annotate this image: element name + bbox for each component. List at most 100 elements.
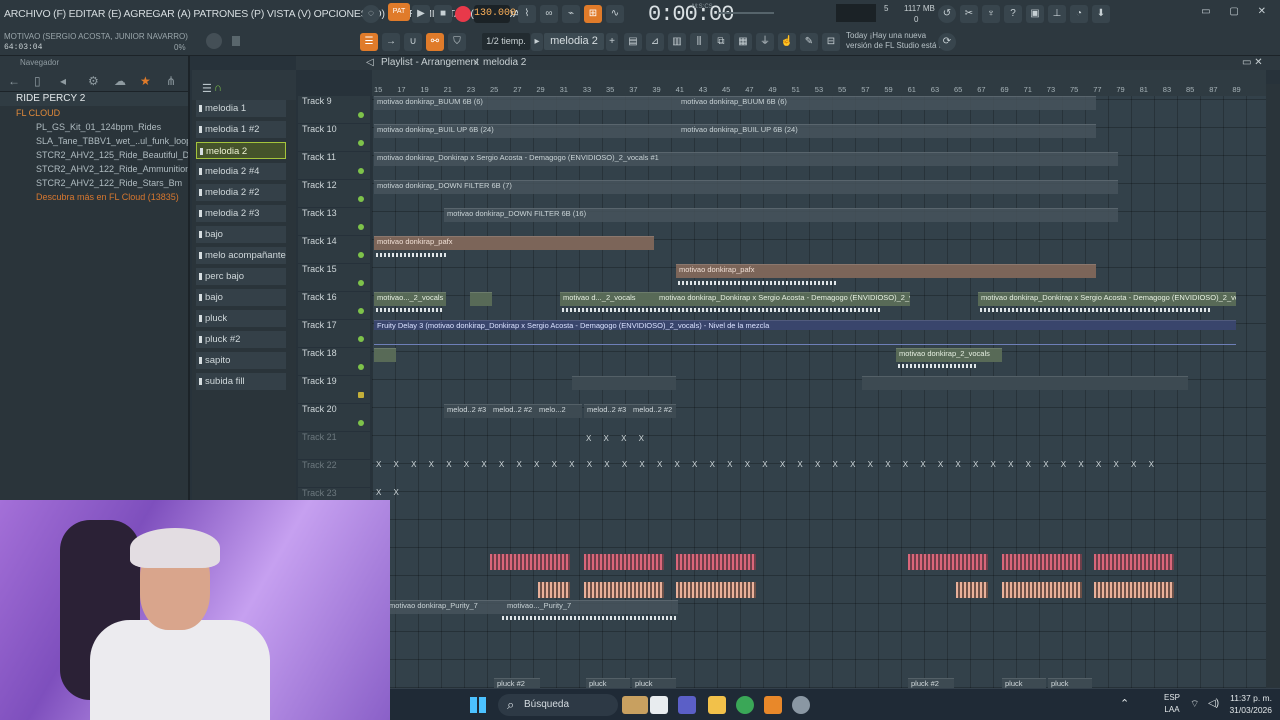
pattern-clip[interactable] [572,376,676,390]
pink-note-block[interactable] [490,554,570,570]
timeline-ruler[interactable]: 15 17 19 21 23 25 27 29 31 33 35 37 39 41 43 45 47 49 51 53… [372,84,1266,96]
vocal-clip[interactable]: motivao d..._2_vocals [560,292,656,306]
audio-clip[interactable]: motivao donkirap_Purity_7 [386,600,504,614]
pink-note-block[interactable] [584,554,664,570]
browser-icon[interactable]: ⧉ [712,33,730,51]
play-button[interactable]: ▶ [412,5,430,23]
wait-input-icon[interactable]: ∿ [606,5,624,23]
speaker-icon[interactable]: ◂ [60,74,66,88]
track-header[interactable]: Track 18 [298,348,370,376]
vocal-clip[interactable]: motivao donkirap_Donkirap x Sergio Acost… [656,292,910,306]
audio-clip[interactable]: motivao donkirap_Donkirap x Sergio Acost… [374,152,1118,166]
plugin-database-icon[interactable]: ▦ [734,33,752,51]
touch-icon[interactable]: ☝ [778,33,796,51]
browser-item[interactable]: STCR2_AHV2_122_Ride_Stars_Bm [0,176,188,190]
pattern-item[interactable]: melodia 2 #3 [196,205,286,222]
vertical-scrollbar[interactable] [1266,84,1280,688]
track-header[interactable]: Track 19 [298,376,370,404]
save-icon[interactable]: ▣ [1026,5,1044,23]
track-active-led[interactable] [358,112,364,118]
chat-icon[interactable]: ◔ [1070,5,1088,23]
plugin-icon[interactable]: ⊥ [1048,5,1066,23]
peach-note-block[interactable] [1002,582,1082,598]
track-active-led[interactable] [358,252,364,258]
mixer-icon[interactable]: ⫼ [690,33,708,51]
track-header[interactable]: Track 21 [298,432,370,460]
arrow-icon[interactable]: → [382,33,400,51]
playlist-view-icon[interactable]: ☰ [360,33,378,51]
peach-note-block[interactable] [1094,582,1174,598]
track-active-led[interactable] [358,308,364,314]
tempo-slider[interactable] [232,36,240,46]
track-header[interactable]: Track 16 [298,292,370,320]
vocal-clip[interactable]: motivao..._2_vocals [374,292,446,306]
typing-keyboard-icon[interactable]: ⌇ [518,5,536,23]
audio-clip[interactable]: motivao donkirap_DOWN FILTER 6B (7) [374,180,1118,194]
vocal-clip[interactable] [374,348,396,362]
piano-roll-icon[interactable]: ⊿ [646,33,664,51]
pattern-item[interactable]: melodia 2 #4 [196,163,286,180]
system-clock[interactable]: 11:37 p. m. 31/03/2026 [1229,692,1272,716]
time-display[interactable]: 0:00:00 [648,2,734,27]
countdown-icon[interactable]: ⌁ [562,5,580,23]
pattern-item[interactable]: subida fill [196,373,286,390]
track-active-led[interactable] [358,420,364,426]
track-header[interactable]: Track 15 [298,264,370,292]
pattern-item[interactable]: melodia 2 #2 [196,184,286,201]
pink-note-block[interactable] [908,554,988,570]
peach-note-block[interactable] [584,582,664,598]
browser-item-discover-more[interactable]: Descubra más en FL Cloud (13835) [0,190,188,204]
playlist-window-controls[interactable]: ▭ ✕ [1242,57,1263,68]
cloud-icon[interactable]: ☁ [114,74,126,88]
pattern-item-selected[interactable]: melodia 2 [196,142,286,159]
settings-icon[interactable] [792,696,810,714]
pattern-selector[interactable]: melodia 2 [544,33,604,50]
window-controls[interactable]: ▭ ▢ ✕ [1201,6,1274,17]
track-header[interactable]: Track 12 [298,180,370,208]
browser-item-ride-percy[interactable]: RIDE PERCY 2 [0,92,188,106]
vocal-clip[interactable]: motivao donkirap_2_vocals [896,348,1002,362]
tempo-display[interactable]: 130.000 [474,5,516,23]
pattern-item[interactable]: melodia 1 #2 [196,121,286,138]
track-active-led[interactable] [358,364,364,370]
pattern-item[interactable]: bajo [196,226,286,243]
network-icon[interactable]: ⌔ [1190,698,1199,711]
pattern-item[interactable]: sapito [196,352,286,369]
track-active-led[interactable] [358,168,364,174]
pattern-clip[interactable]: melod..2 #2 [630,404,676,418]
pattern-clip[interactable]: melod..2 #3 [584,404,630,418]
playlist-grid[interactable]: motivao donkirap_BUUM 6B (6) motivao don… [372,96,1266,692]
track-header[interactable]: Track 10 [298,124,370,152]
language-indicator[interactable]: ESP LAA [1164,692,1180,716]
track-header[interactable]: Track 11 [298,152,370,180]
tree-icon[interactable]: ⋔ [166,74,176,88]
pattern-clip[interactable]: melod..2 #3 [444,404,490,418]
audio-clip[interactable]: motivao donkirap_DOWN FILTER 6B (16) [444,208,1118,222]
audio-clip-pafx[interactable]: motivao donkirap_pafx [676,264,1096,278]
magnet-icon[interactable]: ∩ [214,82,222,94]
audio-clip[interactable]: motivao donkirap_BUUM 6B (6) [374,96,678,110]
audio-clip[interactable]: motivao..._Purity_7 [504,600,678,614]
widget-icon[interactable] [622,696,648,714]
windows-start-icon[interactable] [470,697,486,713]
star-icon[interactable]: ★ [140,74,151,88]
teams-icon[interactable] [678,696,696,714]
pink-note-block[interactable] [1094,554,1174,570]
horizontal-scrollbar[interactable] [372,70,1266,84]
track-active-led[interactable] [358,392,364,398]
browser-item[interactable]: STCR2_AHV2_122_Ride_Ammunition_Cm [0,162,188,176]
link-icon[interactable]: ⚯ [426,33,444,51]
news-icon[interactable]: ⊟ [822,33,840,51]
audio-clip[interactable]: motivao donkirap_BUIL UP 6B (24) [374,124,678,138]
fl-studio-icon[interactable] [764,696,782,714]
pink-note-block[interactable] [676,554,756,570]
undo-icon[interactable]: ↺ [938,5,956,23]
browser-item[interactable]: PL_GS_Kit_01_124bpm_Rides [0,120,188,134]
metronome-icon[interactable]: ◌ [362,5,380,23]
file-explorer-icon[interactable] [708,696,726,714]
picker-menu-icon[interactable]: ☰ [202,82,212,95]
audio-clip-pafx[interactable]: motivao donkirap_pafx [374,236,654,250]
pattern-item[interactable]: melo acompañante [196,247,286,264]
pattern-clip[interactable] [862,376,1188,390]
pattern-item[interactable]: pluck [196,310,286,327]
